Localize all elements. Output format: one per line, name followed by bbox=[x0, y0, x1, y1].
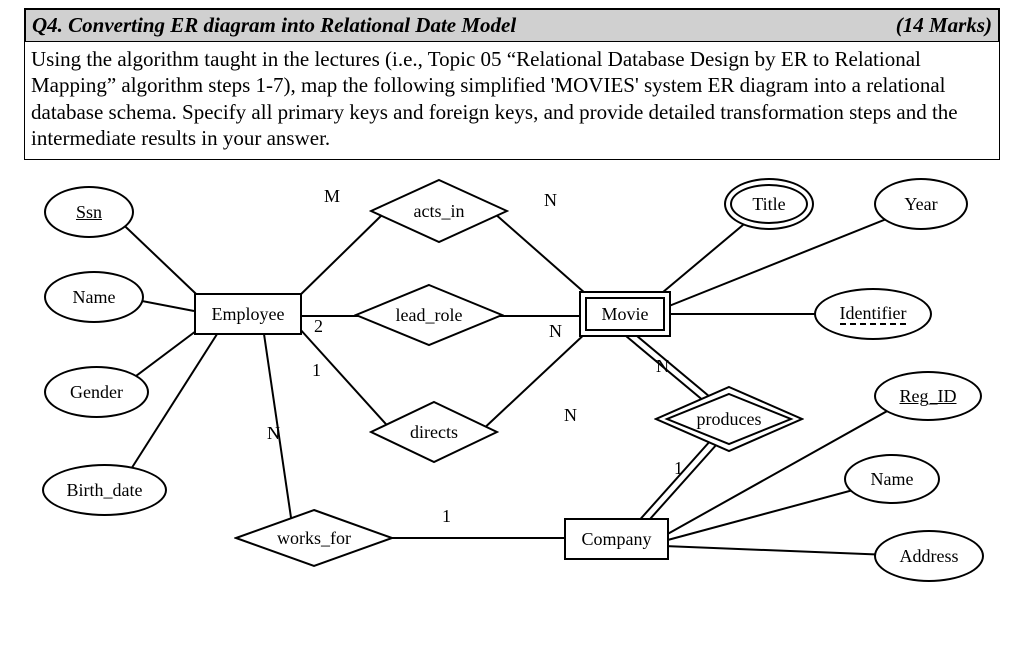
card-produces-co: 1 bbox=[674, 458, 683, 479]
card-works-for-co: 1 bbox=[442, 506, 451, 527]
entity-company: Company bbox=[564, 518, 669, 560]
attr-ssn-label: Ssn bbox=[76, 202, 102, 223]
attr-gender: Gender bbox=[44, 366, 149, 418]
card-lead-role-mov: N bbox=[549, 321, 562, 342]
attr-gender-label: Gender bbox=[70, 382, 123, 403]
attr-reg-id-label: Reg_ID bbox=[900, 386, 957, 407]
card-works-for-emp: N bbox=[267, 423, 280, 444]
card-directs-emp: 1 bbox=[312, 360, 321, 381]
title-bar: Q4. Converting ER diagram into Relationa… bbox=[25, 9, 999, 42]
attr-identifier: Identifier bbox=[814, 288, 932, 340]
attr-identifier-label: Identifier bbox=[840, 304, 907, 325]
card-directs-mov: N bbox=[564, 405, 577, 426]
attr-reg-id: Reg_ID bbox=[874, 371, 982, 421]
rel-works-for: works_for bbox=[234, 508, 394, 568]
card-produces-mov: N bbox=[656, 356, 669, 377]
entity-employee-label: Employee bbox=[212, 304, 285, 325]
entity-movie-label: Movie bbox=[602, 304, 649, 325]
attr-name-co: Name bbox=[844, 454, 940, 504]
attr-name-emp: Name bbox=[44, 271, 144, 323]
entity-movie: Movie bbox=[579, 291, 671, 337]
attr-birth-date-label: Birth_date bbox=[67, 480, 143, 501]
er-diagram: Ssn Name Gender Birth_date Employee acts… bbox=[24, 168, 1000, 598]
entity-company-label: Company bbox=[582, 529, 652, 550]
attr-birth-date: Birth_date bbox=[42, 464, 167, 516]
card-acts-in-mov: N bbox=[544, 190, 557, 211]
entity-employee: Employee bbox=[194, 293, 302, 335]
attr-year: Year bbox=[874, 178, 968, 230]
card-acts-in-emp: M bbox=[324, 186, 340, 207]
rel-directs: directs bbox=[369, 400, 499, 464]
rel-lead-role-label: lead_role bbox=[396, 305, 463, 326]
attr-address: Address bbox=[874, 530, 984, 582]
marks-label: (14 Marks) bbox=[896, 13, 992, 38]
rel-produces-label: produces bbox=[697, 409, 762, 430]
attr-address-label: Address bbox=[900, 546, 959, 567]
rel-directs-label: directs bbox=[410, 422, 458, 443]
rel-lead-role: lead_role bbox=[354, 283, 504, 347]
attr-name-co-label: Name bbox=[871, 469, 914, 490]
question-title: Q4. Converting ER diagram into Relationa… bbox=[32, 13, 516, 38]
attr-title-label: Title bbox=[752, 194, 785, 215]
card-lead-role-emp: 2 bbox=[314, 316, 323, 337]
attr-name-emp-label: Name bbox=[73, 287, 116, 308]
connector-lines bbox=[24, 168, 1000, 598]
rel-acts-in: acts_in bbox=[369, 178, 509, 244]
attr-title: Title bbox=[724, 178, 814, 230]
question-box: Q4. Converting ER diagram into Relationa… bbox=[24, 8, 1000, 160]
rel-works-for-label: works_for bbox=[277, 528, 351, 549]
rel-acts-in-label: acts_in bbox=[414, 201, 465, 222]
attr-ssn: Ssn bbox=[44, 186, 134, 238]
rel-produces: produces bbox=[654, 385, 804, 453]
attr-year-label: Year bbox=[904, 194, 937, 215]
question-description: Using the algorithm taught in the lectur… bbox=[25, 42, 999, 159]
